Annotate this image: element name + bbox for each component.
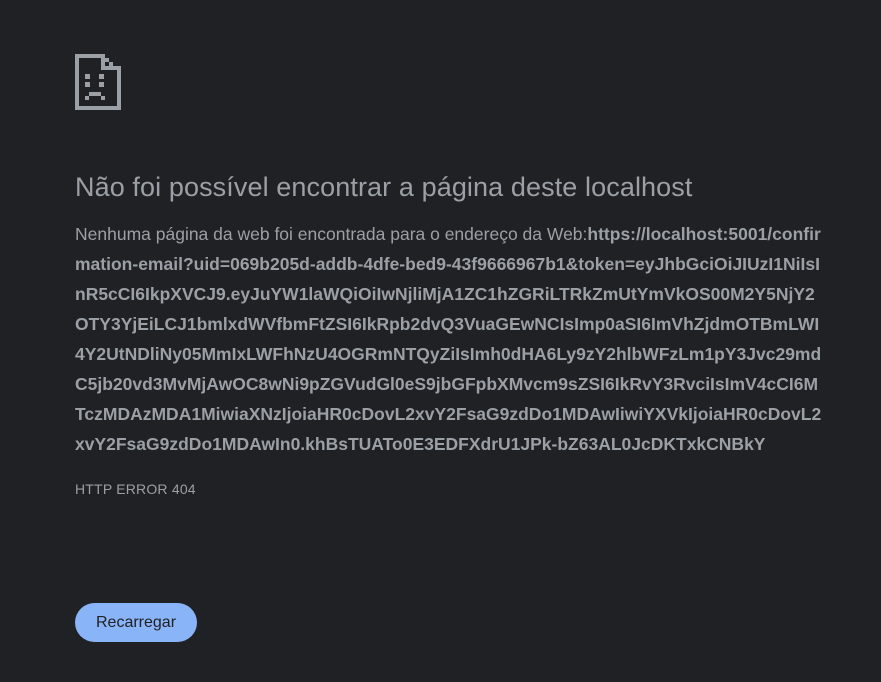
error-description: Nenhuma página da web foi encontrada par… <box>75 219 825 459</box>
requested-url: https://localhost:5001/confirmation-emai… <box>75 224 822 454</box>
sad-page-icon <box>75 54 121 110</box>
reload-button[interactable]: Recarregar <box>75 603 197 642</box>
error-code: HTTP ERROR 404 <box>75 481 196 497</box>
description-text: Nenhuma página da web foi encontrada par… <box>75 224 588 244</box>
error-page: Não foi possível encontrar a página dest… <box>75 54 827 499</box>
page-title: Não foi possível encontrar a página dest… <box>75 172 693 202</box>
